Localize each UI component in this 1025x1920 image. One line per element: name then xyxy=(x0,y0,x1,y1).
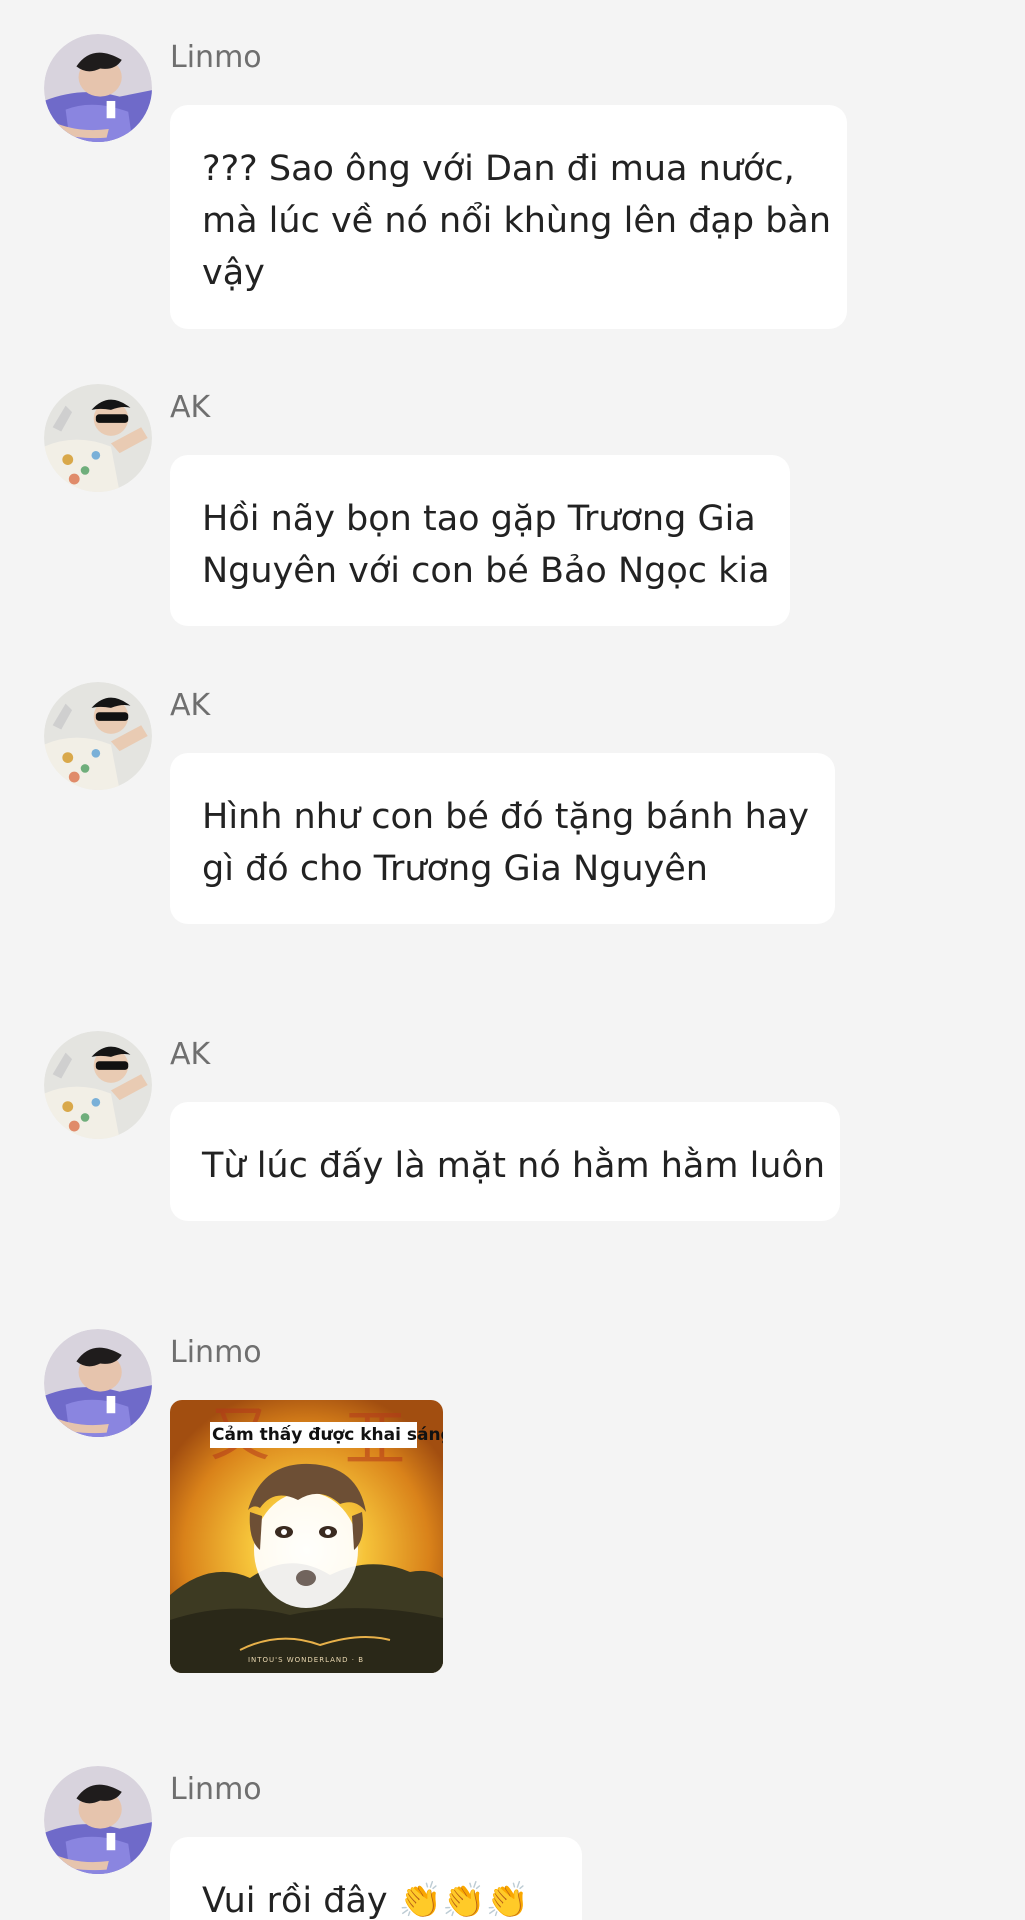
chat-thread: Linmo ??? Sao ông với Dan đi mua nước, m… xyxy=(0,0,1025,1920)
linmo-avatar[interactable] xyxy=(44,34,152,142)
sender-name: Linmo xyxy=(170,1772,262,1807)
linmo-avatar[interactable] xyxy=(44,1329,152,1437)
sticker-caption: Cảm thấy được khai sáng xyxy=(210,1422,443,1448)
sender-name: Linmo xyxy=(170,1335,262,1370)
sender-name: AK xyxy=(170,688,211,723)
message-text: Hồi nãy bọn tao gặp Trương Gia xyxy=(202,499,756,539)
ak-avatar[interactable] xyxy=(44,384,152,492)
message-bubble[interactable]: Hình như con bé đó tặng bánh hay gì đó c… xyxy=(170,753,835,924)
message-text: Hình như con bé đó tặng bánh hay xyxy=(202,797,809,837)
sender-name: AK xyxy=(170,390,211,425)
message-text: mà lúc về nó nổi khùng lên đạp bàn xyxy=(202,201,832,241)
message-text: gì đó cho Trương Gia Nguyên xyxy=(202,849,708,889)
message-bubble[interactable]: Vui rồi đây 👏👏👏 xyxy=(170,1837,582,1920)
linmo-avatar[interactable] xyxy=(44,1766,152,1874)
sender-name: AK xyxy=(170,1037,211,1072)
message-text: Nguyên với con bé Bảo Ngọc kia xyxy=(202,551,770,591)
message-text: Vui rồi đây 👏👏👏 xyxy=(202,1881,530,1920)
message-bubble[interactable]: Từ lúc đấy là mặt nó hằm hằm luôn xyxy=(170,1102,840,1221)
message-bubble[interactable]: ??? Sao ông với Dan đi mua nước, mà lúc … xyxy=(170,105,847,329)
message-text: vậy xyxy=(202,253,265,293)
sticker-image[interactable]: 又 亚 INTOU'S WONDERLAND · B Cảm thấy được… xyxy=(170,1400,443,1673)
ak-avatar[interactable] xyxy=(44,1031,152,1139)
message-text: ??? Sao ông với Dan đi mua nước, xyxy=(202,149,795,189)
sticker-footer-text: INTOU'S WONDERLAND · B xyxy=(248,1656,364,1664)
message-bubble[interactable]: Hồi nãy bọn tao gặp Trương Gia Nguyên vớ… xyxy=(170,455,790,626)
sender-name: Linmo xyxy=(170,40,262,75)
message-text: Từ lúc đấy là mặt nó hằm hằm luôn xyxy=(202,1146,826,1186)
ak-avatar[interactable] xyxy=(44,682,152,790)
